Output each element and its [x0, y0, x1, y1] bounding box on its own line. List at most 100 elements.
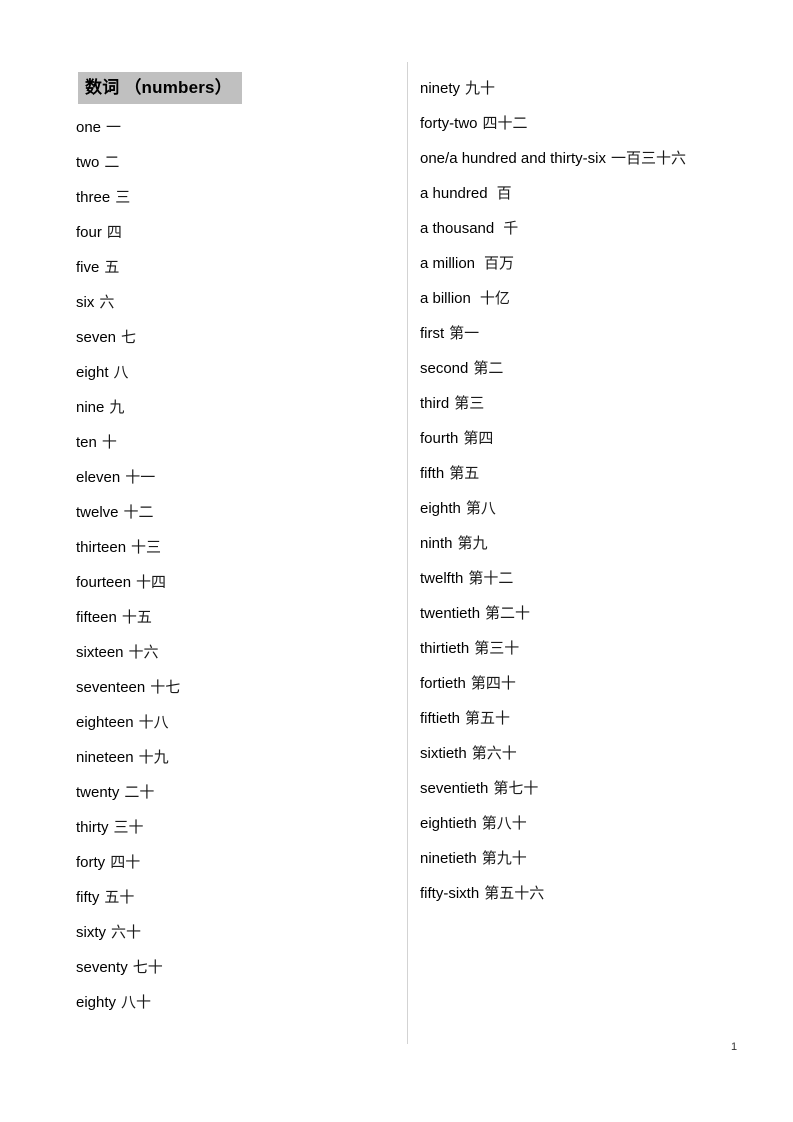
entry-chinese: 四十	[110, 853, 141, 871]
vocabulary-entry: ninth 第九	[420, 534, 488, 552]
page-number: 1	[731, 1041, 738, 1053]
vocabulary-entry: seventy 七十	[76, 958, 163, 976]
vocabulary-entry: fifty 五十	[76, 890, 134, 906]
entry-english: forty	[76, 854, 106, 871]
entry-chinese: 八	[113, 363, 129, 381]
entry-english: fifth	[420, 465, 445, 482]
entry-chinese: 第二十	[485, 604, 531, 622]
entry-chinese: 七	[121, 328, 137, 346]
vocabulary-entry: two 二	[76, 153, 120, 171]
vocabulary-entry: a thousand 千	[420, 220, 518, 237]
entry-chinese: 第三	[454, 394, 485, 412]
entry-chinese: 二	[104, 153, 120, 171]
entry-english: three	[76, 189, 111, 206]
entry-chinese: 六	[99, 293, 115, 311]
vocabulary-entry: seventieth 第七十	[420, 780, 538, 797]
vocabulary-entry: thirtieth 第三十	[420, 640, 519, 657]
entry-english: two	[76, 154, 100, 171]
vocabulary-entry: three 三	[76, 188, 131, 206]
entry-english: first	[420, 325, 445, 342]
vocabulary-entry: twelfth 第十二	[420, 571, 513, 587]
entry-english: sixty	[76, 924, 106, 941]
entry-chinese: 十五	[121, 608, 152, 626]
entry-english: eighth	[420, 500, 461, 517]
entry-english: ten	[76, 434, 97, 451]
vocabulary-entry: a billion 十亿	[420, 289, 510, 307]
vocabulary-entry: fifth 第五	[420, 464, 480, 482]
vocabulary-entry: one 一	[76, 118, 122, 136]
entry-english: seven	[76, 329, 117, 346]
entry-chinese: 九十	[465, 79, 496, 97]
entry-chinese: 第八	[465, 499, 496, 517]
vocabulary-entry: fiftieth 第五十	[420, 710, 510, 727]
vocabulary-entry: twelve 十二	[76, 503, 154, 521]
vocabulary-entry: five 五	[76, 259, 119, 276]
vocabulary-entry: four 四	[76, 223, 122, 241]
entry-english: ninety	[420, 80, 461, 97]
entry-english: one/a hundred and thirty-six	[420, 150, 606, 167]
entry-english: a thousand	[420, 220, 495, 237]
entry-english: third	[420, 395, 450, 412]
entry-chinese: 十六	[128, 643, 159, 661]
vocabulary-entry: fourth 第四	[420, 431, 493, 447]
entry-english: fiftieth	[420, 710, 461, 727]
entry-chinese: 百万	[484, 254, 515, 272]
entry-chinese: 第八十	[481, 814, 527, 832]
entry-english: six	[76, 294, 95, 311]
entry-chinese: 第五	[449, 464, 480, 482]
entry-chinese: 一	[106, 118, 122, 136]
vocabulary-entry: nineteen 十九	[76, 749, 169, 766]
vocabulary-entry: nine 九	[76, 398, 125, 416]
vocabulary-entry: eight 八	[76, 363, 129, 381]
entry-english: fourteen	[76, 574, 132, 591]
entry-chinese: 三	[115, 188, 131, 206]
vocabulary-entry: sixty 六十	[76, 924, 141, 941]
vocabulary-entry: first 第一	[420, 325, 479, 342]
vocabulary-entry: fortieth 第四十	[420, 676, 516, 692]
entry-english: five	[76, 259, 100, 276]
vocabulary-entry: seven 七	[76, 328, 137, 346]
entry-english: ninth	[420, 535, 453, 552]
entry-chinese: 第二	[473, 359, 504, 377]
vocabulary-entry: third 第三	[420, 394, 485, 412]
vocabulary-entry: six 六	[76, 293, 115, 311]
entry-chinese: 七十	[132, 958, 163, 976]
vocabulary-entry: a hundred 百	[420, 185, 512, 202]
vocabulary-entry: thirty 三十	[76, 818, 144, 836]
vocabulary-entry: eighty 八十	[76, 993, 152, 1011]
entry-english: forty-two	[420, 115, 478, 132]
vocabulary-entry: eighth 第八	[420, 499, 496, 517]
entry-chinese: 十	[101, 433, 117, 451]
vocabulary-entry: fourteen 十四	[76, 573, 167, 591]
entry-chinese: 九	[109, 398, 125, 416]
vocabulary-entry: sixteen 十六	[76, 643, 159, 661]
entry-english: eleven	[76, 469, 121, 486]
entry-chinese: 第九	[457, 534, 488, 552]
entry-english: four	[76, 224, 102, 241]
entry-chinese: 一百三十六	[610, 149, 686, 167]
entry-english: a hundred	[420, 185, 488, 202]
entry-english: nineteen	[76, 749, 134, 766]
entry-english: a billion	[420, 290, 471, 307]
entry-chinese: 十二	[123, 503, 154, 521]
entry-english: seventieth	[420, 780, 489, 797]
entry-english: eightieth	[420, 815, 477, 832]
entry-english: thirtieth	[420, 640, 470, 657]
vocabulary-entry: sixtieth 第六十	[420, 745, 517, 762]
entry-english: seventy	[76, 959, 128, 976]
entry-english: ninetieth	[420, 850, 477, 867]
entry-chinese: 八十	[121, 993, 152, 1011]
entry-english: twelve	[76, 504, 119, 521]
entry-english: second	[420, 360, 469, 377]
entry-english: sixtieth	[420, 745, 467, 762]
entry-english: sixteen	[76, 644, 124, 661]
vocabulary-entry: thirteen 十三	[76, 540, 161, 556]
vocabulary-entry: eightieth 第八十	[420, 814, 527, 832]
entry-english: seventeen	[76, 679, 146, 696]
entry-chinese: 十四	[136, 573, 167, 591]
entry-chinese: 十亿	[479, 289, 510, 307]
entry-chinese: 三十	[113, 818, 144, 836]
entry-chinese: 四	[106, 223, 122, 241]
vocabulary-entry: second 第二	[420, 359, 504, 377]
entry-english: fifty-sixth	[420, 885, 480, 902]
